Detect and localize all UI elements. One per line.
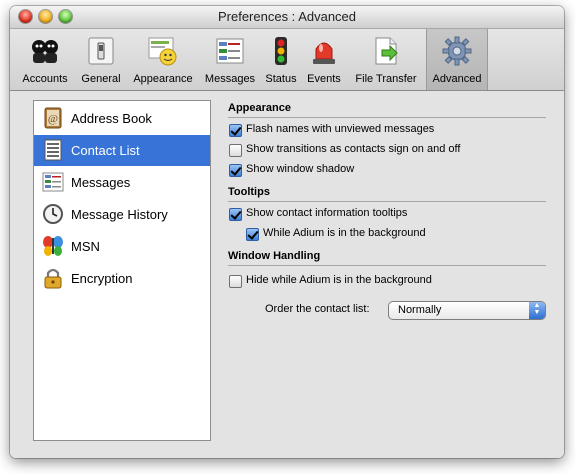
accounts-icon: [32, 40, 58, 63]
preferences-window: Preferences : Advanced Accounts General: [10, 6, 564, 458]
toolbar: Accounts General Appearance Messages Sta…: [10, 29, 564, 91]
sidebar-item-messages[interactable]: Messages: [34, 167, 210, 198]
gear-icon: [442, 36, 472, 66]
messages-icon: [42, 172, 64, 192]
sidebar-item-encryption[interactable]: Encryption: [34, 263, 210, 294]
siren-icon: [313, 42, 335, 64]
sidebar-item-message-history[interactable]: Message History: [34, 199, 210, 230]
window-handling-heading: Window Handling: [228, 250, 321, 262]
toolbar-item-accounts[interactable]: Accounts: [14, 29, 76, 90]
sidebar-item-address-book[interactable]: @ Address Book: [34, 103, 210, 134]
sidebar-list: @ Address Book Contact List Messages Mes…: [33, 100, 211, 441]
toolbar-item-advanced[interactable]: Advanced: [426, 29, 488, 90]
msn-butterfly-icon: [43, 236, 63, 256]
order-contact-list-label: Order the contact list:: [265, 303, 370, 315]
address-book-icon: @: [44, 107, 62, 129]
checkbox-box[interactable]: [246, 228, 259, 241]
window-handling-divider: [228, 265, 546, 266]
contact-list-icon: [44, 139, 62, 161]
sidebar-item-contact-list[interactable]: Contact List: [34, 135, 210, 166]
toolbar-item-events[interactable]: Events: [302, 29, 346, 90]
lock-icon: [44, 268, 62, 289]
checkbox-box[interactable]: [229, 144, 242, 157]
checkbox-box[interactable]: [229, 275, 242, 288]
sidebar-item-msn[interactable]: MSN: [34, 231, 210, 262]
title-bar: Preferences : Advanced: [10, 6, 564, 29]
checkbox-box[interactable]: [229, 124, 242, 137]
toolbar-item-file-transfer[interactable]: File Transfer: [346, 29, 426, 90]
window-title: Preferences : Advanced: [217, 9, 357, 24]
switch-icon: [88, 37, 114, 65]
checkbox-box[interactable]: [229, 164, 242, 177]
tooltips-divider: [228, 201, 546, 202]
popup-arrows-icon: ▲ ▼: [529, 302, 545, 319]
appearance-divider: [228, 117, 546, 118]
preferences-content: @ Address Book Contact List Messages Mes…: [10, 91, 564, 458]
popup-value: Normally: [398, 304, 442, 316]
toolbar-item-appearance[interactable]: Appearance: [126, 29, 200, 90]
svg-text:@: @: [48, 113, 58, 125]
order-contact-list-popup[interactable]: Normally ▲ ▼: [388, 301, 546, 320]
toolbar-item-messages[interactable]: Messages: [200, 29, 260, 90]
appearance-heading: Appearance: [228, 102, 291, 114]
clock-icon: [43, 204, 63, 224]
checkbox-box[interactable]: [229, 208, 242, 221]
traffic-light-icon: [275, 37, 287, 65]
toolbar-item-general[interactable]: General: [76, 29, 126, 90]
file-transfer-icon: [375, 37, 398, 65]
appearance-icon: [148, 37, 177, 66]
toolbar-item-status[interactable]: Status: [260, 29, 302, 90]
messages-icon: [216, 38, 244, 64]
tooltips-heading: Tooltips: [228, 186, 270, 198]
